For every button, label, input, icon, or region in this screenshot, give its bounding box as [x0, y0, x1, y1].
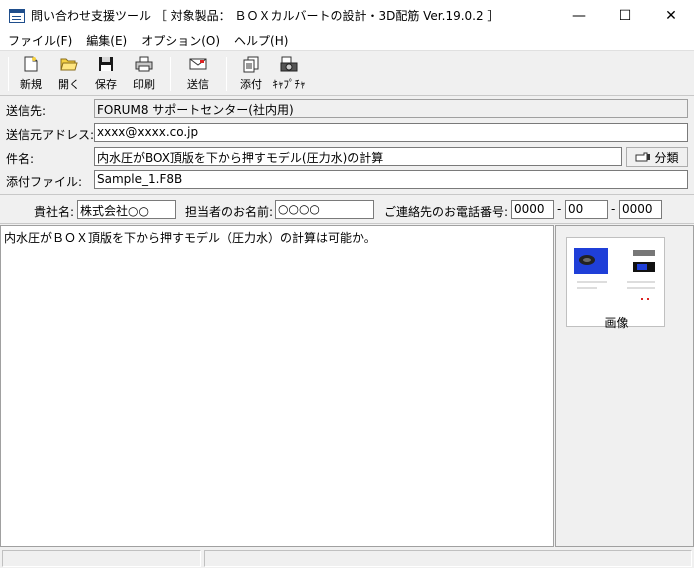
toolbar-separator [8, 57, 9, 91]
to-label: 送信先: [6, 104, 47, 118]
camera-capture-icon [280, 55, 298, 73]
status-pane-left [2, 550, 201, 567]
new-document-icon [24, 55, 38, 73]
message-body[interactable]: 内水圧がＢＯＸ頂版を下から押すモデル（圧力水）の計算は可能か。 [0, 225, 554, 547]
menu-options[interactable]: オプション(O) [137, 32, 224, 49]
classify-label: 分類 [654, 150, 679, 165]
classify-button[interactable]: 分類 [626, 147, 688, 167]
window-title: 問い合わせ支援ツール ［ 対象製品： ＢＯＸカルバートの設計・3D配筋 Ver.… [31, 9, 500, 23]
menu-edit[interactable]: 編集(E) [82, 32, 131, 49]
app-icon [9, 8, 25, 23]
status-bar [0, 548, 694, 568]
phone-dash: - [557, 202, 562, 216]
title-bar: 問い合わせ支援ツール ［ 対象製品： ＢＯＸカルバートの設計・3D配筋 Ver.… [0, 0, 694, 31]
send-mail-icon [189, 55, 207, 73]
phone-exchange-field[interactable]: 00 [565, 200, 608, 219]
menu-file[interactable]: ファイル(F) [4, 32, 76, 49]
window-controls: — ☐ ✕ [556, 0, 694, 31]
send-button[interactable]: 送信 [180, 55, 216, 93]
new-label: 新規 [20, 78, 42, 91]
thumbnail-caption: 画像 [604, 316, 629, 330]
person-name-field[interactable]: ○○○○ [275, 200, 374, 219]
open-button[interactable]: 開く [52, 55, 86, 93]
new-button[interactable]: 新規 [14, 55, 48, 93]
capture-button[interactable]: ｷｬﾌﾟﾁｬ [268, 55, 310, 93]
print-label: 印刷 [133, 78, 155, 91]
close-button[interactable]: ✕ [648, 0, 694, 31]
to-field: FORUM8 サポートセンター(社内用) [94, 99, 688, 118]
menu-bar: ファイル(F) 編集(E) オプション(O) ヘルプ(H) [0, 31, 694, 51]
open-folder-icon [60, 55, 78, 73]
print-button[interactable]: 印刷 [127, 55, 161, 93]
contact-info-row: 貴社名: 株式会社○○ 担当者のお名前: ○○○○ ご連絡先のお電話番号: 00… [0, 194, 694, 224]
maximize-button[interactable]: ☐ [602, 0, 648, 31]
subject-field[interactable]: 内水圧がBOX頂版を下から押すモデル(圧力水)の計算 [94, 147, 622, 166]
printer-icon [135, 55, 153, 73]
open-label: 開く [58, 78, 80, 91]
status-pane-right [204, 550, 692, 567]
phone-dash: - [611, 202, 616, 216]
hand-pointer-icon [635, 151, 651, 163]
attach-label: 添付 [240, 78, 262, 91]
company-field[interactable]: 株式会社○○ [77, 200, 176, 219]
from-label: 送信元アドレス: [6, 128, 95, 142]
floppy-disk-icon [98, 55, 114, 73]
attachment-thumbnail[interactable]: 画像 [566, 237, 665, 330]
capture-label: ｷｬﾌﾟﾁｬ [272, 78, 306, 91]
from-address-field[interactable]: xxxx@xxxx.co.jp [94, 123, 688, 142]
toolbar-separator [226, 57, 227, 91]
minimize-button[interactable]: — [556, 0, 602, 31]
subject-label: 件名: [6, 152, 35, 166]
phone-label: ご連絡先のお電話番号: [384, 205, 509, 219]
company-label: 貴社名: [34, 205, 75, 219]
attach-document-icon [242, 55, 260, 73]
phone-area-field[interactable]: 0000 [511, 200, 554, 219]
attachment-file-field[interactable]: Sample_1.F8B [94, 170, 688, 189]
attach-button[interactable]: 添付 [234, 55, 268, 93]
toolbar: 新規 開く 保存 印刷 送信 添付 ｷｬﾌﾟﾁｬ [0, 52, 694, 96]
phone-number-field[interactable]: 0000 [619, 200, 662, 219]
person-label: 担当者のお名前: [185, 205, 274, 219]
menu-help[interactable]: ヘルプ(H) [230, 32, 292, 49]
attachment-label: 添付ファイル: [6, 175, 83, 189]
send-label: 送信 [187, 78, 209, 91]
message-text: 内水圧がＢＯＸ頂版を下から押すモデル（圧力水）の計算は可能か。 [4, 231, 376, 245]
screenshot-thumbnail-icon [573, 244, 661, 302]
attachment-pane: 画像 [555, 225, 694, 547]
toolbar-separator [170, 57, 171, 91]
save-button[interactable]: 保存 [89, 55, 123, 93]
save-label: 保存 [95, 78, 117, 91]
